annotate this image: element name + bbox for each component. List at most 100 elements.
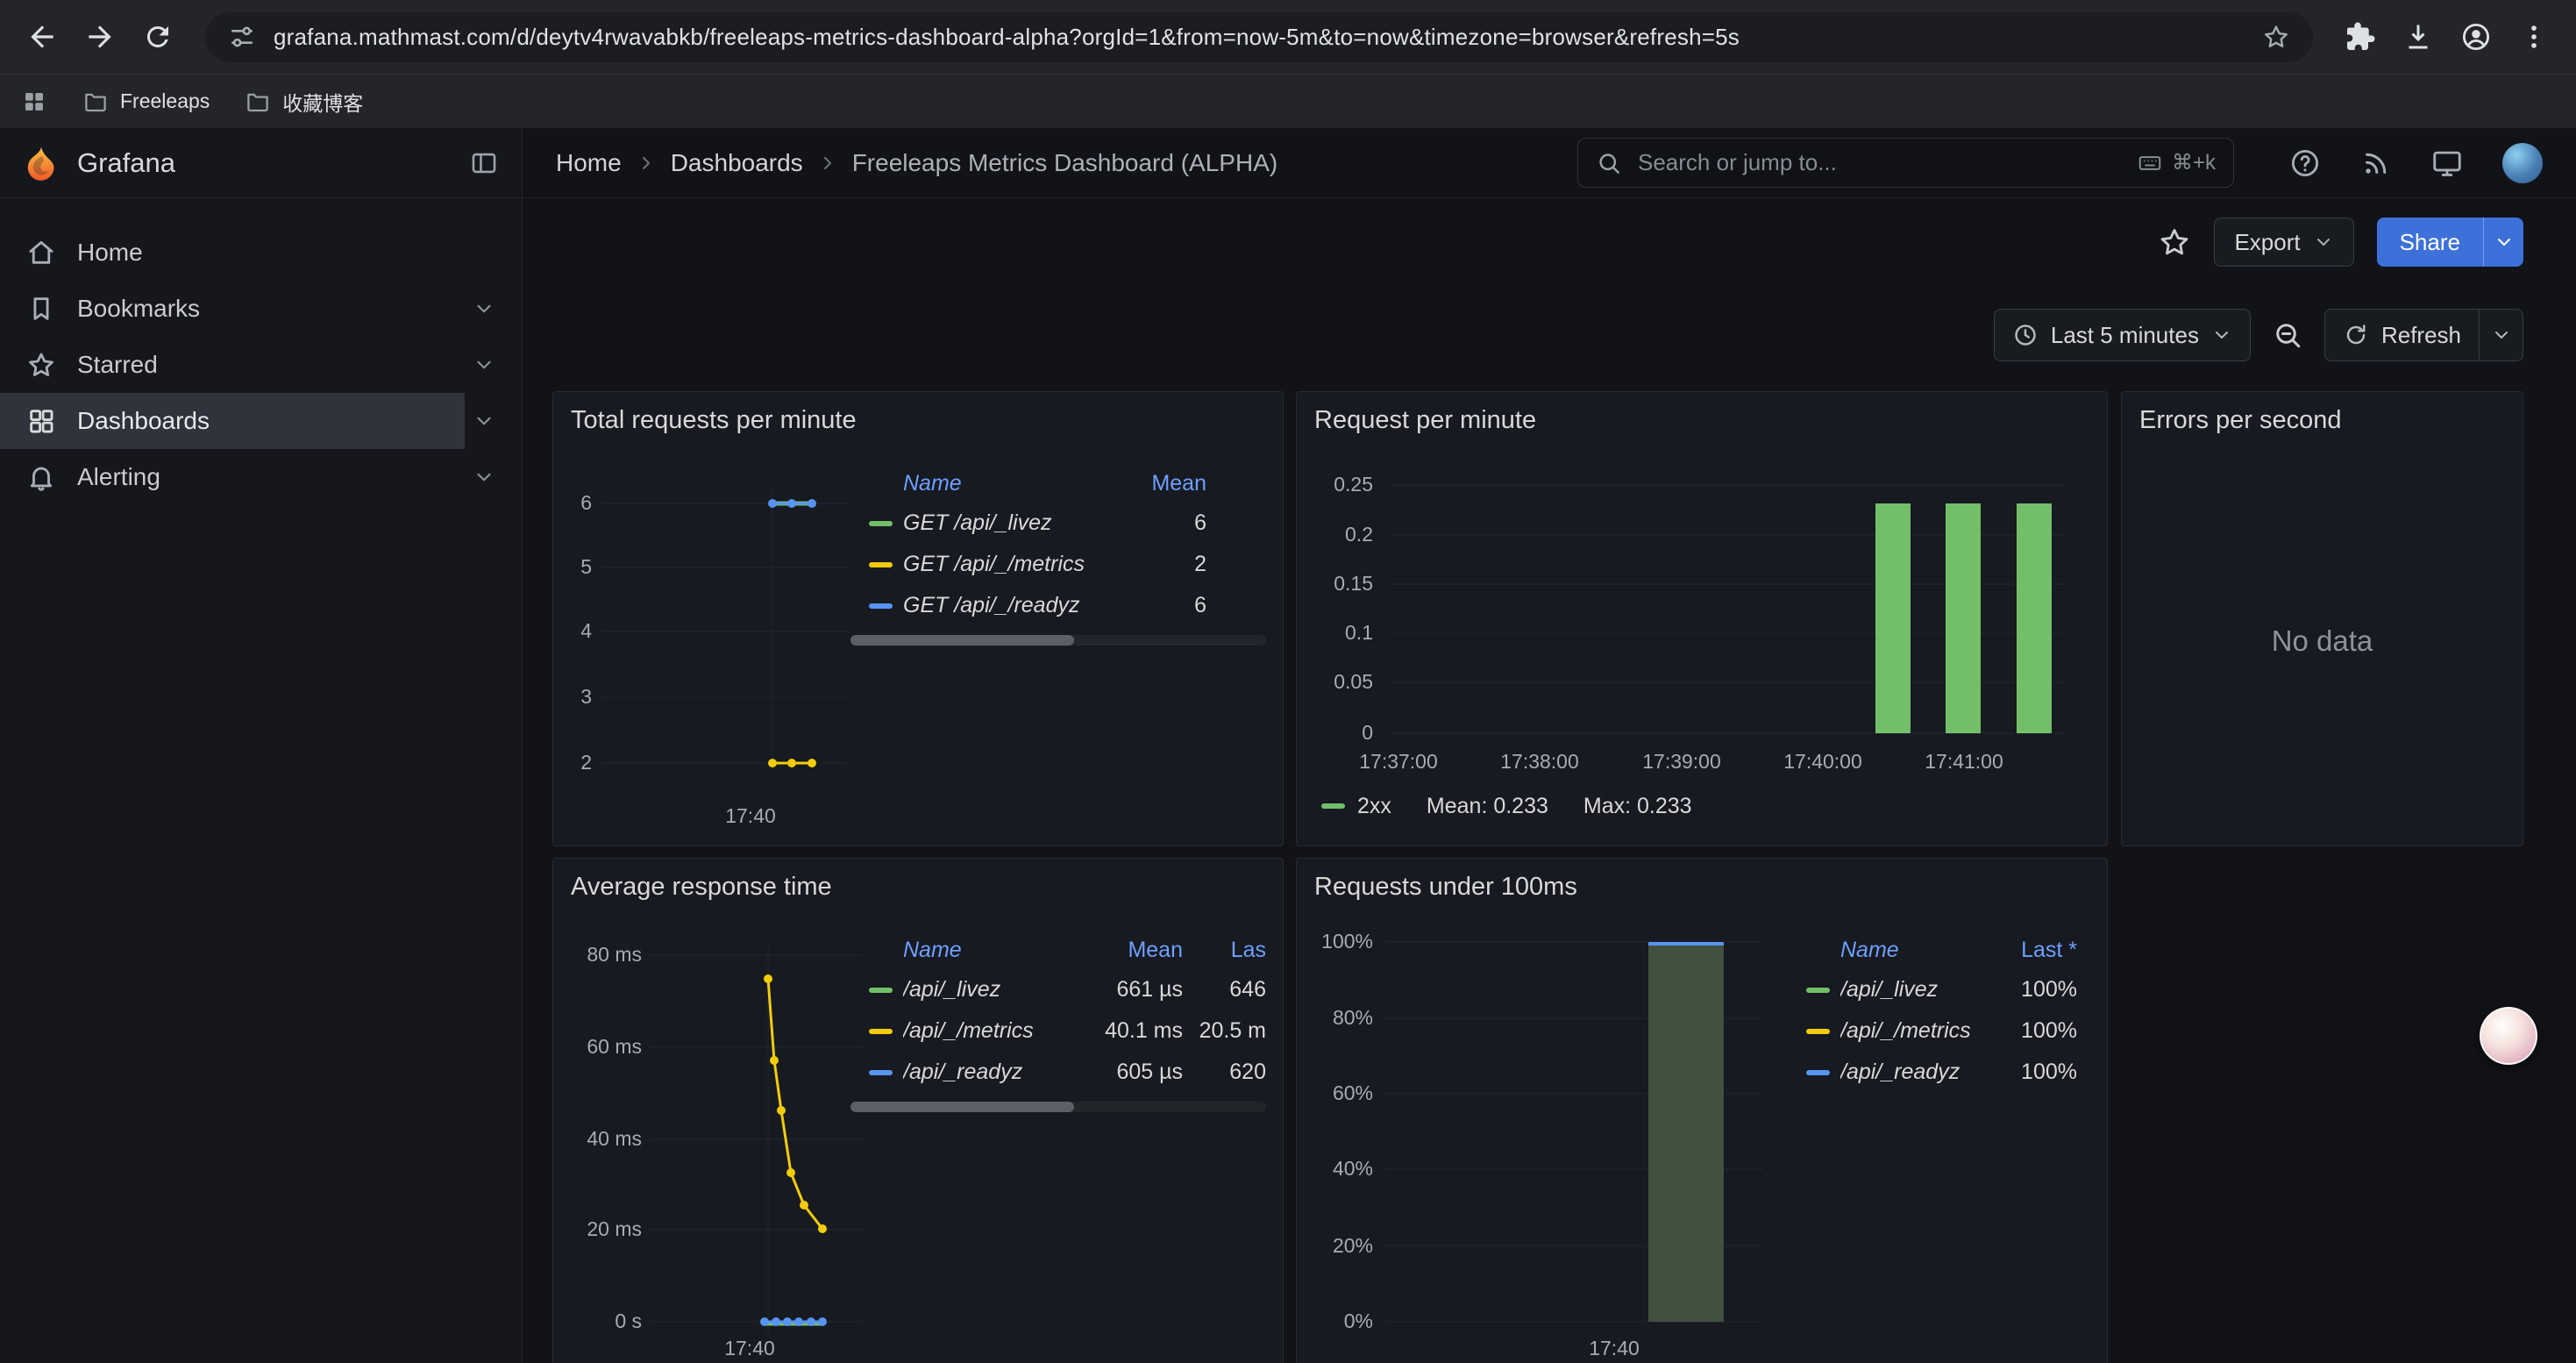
legend-row[interactable]: GET /api/_/readyz 6 bbox=[850, 585, 1206, 626]
downloads-icon[interactable] bbox=[2394, 12, 2443, 61]
panel-avg-response-time: Average response time 80 ms 60 ms 40 ms … bbox=[552, 858, 1284, 1363]
forward-icon[interactable] bbox=[75, 12, 125, 61]
export-button[interactable]: Export bbox=[2214, 218, 2353, 267]
legend-header: Name Mean bbox=[850, 464, 1206, 503]
panel-errors-per-second: Errors per second No data bbox=[2121, 391, 2523, 846]
legend-row[interactable]: /api/_readyz 605 µs 620 bbox=[850, 1052, 1266, 1093]
x-axis-label: 17:40:00 bbox=[1783, 750, 1862, 774]
requests-per-minute-chart bbox=[1384, 475, 2077, 747]
series-color-yellow bbox=[869, 1029, 893, 1034]
legend-col-name[interactable]: Name bbox=[903, 938, 1051, 963]
search-input[interactable] bbox=[1636, 148, 2123, 177]
series-color-blue bbox=[869, 1070, 893, 1075]
share-menu-caret[interactable] bbox=[2483, 218, 2523, 267]
url-text[interactable]: grafana.mathmast.com/d/deytv4rwavabkb/fr… bbox=[274, 24, 2245, 51]
legend-table: Name Mean Las /api/_livez 661 µs 646 /ap… bbox=[850, 931, 1266, 1093]
panel-title[interactable]: Total requests per minute bbox=[571, 406, 857, 435]
y-axis: 6 5 4 3 2 bbox=[553, 392, 592, 846]
legend-row[interactable]: GET /api/_livez 6 bbox=[850, 503, 1206, 544]
search-box[interactable]: ⌘+k bbox=[1577, 138, 2234, 188]
series-color-green bbox=[869, 521, 893, 526]
bookmark-item-freeleaps[interactable]: Freeleaps bbox=[82, 89, 210, 115]
legend-col-mean[interactable]: Mean bbox=[1128, 471, 1206, 496]
user-avatar[interactable] bbox=[2502, 143, 2543, 183]
legend-header: Name Mean Las bbox=[850, 931, 1266, 969]
x-axis-label: 17:38:00 bbox=[1500, 750, 1579, 774]
chevron-down-icon[interactable] bbox=[473, 353, 495, 376]
panel-requests-per-minute: Request per minute 0.25 0.2 0.15 0.1 0.0… bbox=[1296, 391, 2108, 846]
series-max: Max: 0.233 bbox=[1583, 794, 1692, 819]
extensions-icon[interactable] bbox=[2336, 12, 2385, 61]
breadcrumb: Home Dashboards Freeleaps Metrics Dashbo… bbox=[556, 149, 1277, 177]
bookmark-item-blogs[interactable]: 收藏博客 bbox=[245, 87, 363, 117]
favorite-star-icon[interactable] bbox=[2158, 225, 2191, 259]
sidebar: Grafana Home Bookmarks bbox=[0, 128, 523, 1363]
legend-row[interactable]: /api/_livez 100% bbox=[1788, 969, 2077, 1010]
x-axis-label: 17:37:00 bbox=[1359, 750, 1438, 774]
folder-icon bbox=[245, 89, 271, 115]
legend-col-last[interactable]: Las bbox=[1183, 938, 1266, 963]
star-icon bbox=[26, 350, 56, 380]
refresh-button[interactable]: Refresh bbox=[2324, 309, 2480, 361]
x-axis-label: 17:40 bbox=[724, 1337, 775, 1360]
search-shortcut: ⌘+k bbox=[2137, 150, 2216, 176]
legend-row[interactable]: /api/_/metrics 40.1 ms 20.5 m bbox=[850, 1010, 1266, 1052]
chevron-down-icon[interactable] bbox=[473, 410, 495, 432]
page-header: Home Dashboards Freeleaps Metrics Dashbo… bbox=[523, 128, 2576, 198]
legend-row[interactable]: /api/_/metrics 100% bbox=[1788, 1010, 2077, 1052]
series-color-green bbox=[1321, 803, 1345, 809]
zoom-out-icon[interactable] bbox=[2268, 319, 2307, 351]
chevron-right-icon bbox=[817, 153, 838, 174]
rss-icon[interactable] bbox=[2360, 147, 2392, 179]
x-axis-label: 17:40 bbox=[1589, 1337, 1640, 1360]
series-mean: Mean: 0.233 bbox=[1427, 794, 1548, 819]
browser-menu-icon[interactable] bbox=[2509, 12, 2558, 61]
legend-col-name[interactable]: Name bbox=[903, 471, 1128, 496]
assistant-avatar[interactable] bbox=[2480, 1007, 2537, 1065]
site-info-icon[interactable] bbox=[228, 23, 256, 51]
sidebar-item-label: Alerting bbox=[77, 463, 160, 491]
sidebar-collapse-icon[interactable] bbox=[469, 148, 499, 178]
monitor-icon[interactable] bbox=[2430, 146, 2464, 180]
reload-icon[interactable] bbox=[133, 12, 182, 61]
sidebar-nav: Home Bookmarks Starred bbox=[0, 198, 522, 505]
apps-grid-icon[interactable] bbox=[21, 89, 47, 115]
chevron-down-icon[interactable] bbox=[473, 466, 495, 489]
sidebar-item-dashboards[interactable]: Dashboards bbox=[0, 393, 522, 449]
home-icon bbox=[26, 238, 56, 268]
sidebar-item-label: Bookmarks bbox=[77, 295, 200, 323]
chevron-down-icon bbox=[2211, 325, 2232, 346]
legend-scrollbar[interactable] bbox=[850, 635, 1266, 646]
sidebar-item-starred[interactable]: Starred bbox=[0, 337, 522, 393]
help-icon[interactable] bbox=[2288, 146, 2322, 180]
sidebar-item-home[interactable]: Home bbox=[0, 225, 522, 281]
chevron-down-icon[interactable] bbox=[473, 297, 495, 320]
back-icon[interactable] bbox=[18, 12, 67, 61]
sidebar-item-alerting[interactable]: Alerting bbox=[0, 449, 522, 505]
breadcrumb-dashboards[interactable]: Dashboards bbox=[671, 149, 803, 177]
legend-col-name[interactable]: Name bbox=[1840, 938, 1981, 963]
sidebar-item-bookmarks[interactable]: Bookmarks bbox=[0, 281, 522, 337]
legend-row[interactable]: /api/_livez 661 µs 646 bbox=[850, 969, 1266, 1010]
legend-row[interactable]: /api/_readyz 100% bbox=[1788, 1052, 2077, 1093]
legend-col-mean[interactable]: Mean bbox=[1051, 938, 1183, 963]
main-area: Home Dashboards Freeleaps Metrics Dashbo… bbox=[523, 128, 2576, 1363]
url-bar[interactable]: grafana.mathmast.com/d/deytv4rwavabkb/fr… bbox=[205, 12, 2313, 62]
legend-scrollbar[interactable] bbox=[850, 1102, 1266, 1112]
legend-col-last[interactable]: Last * bbox=[1981, 938, 2077, 963]
legend-row[interactable]: GET /api/_/metrics 2 bbox=[850, 544, 1206, 585]
grafana-logo-icon[interactable] bbox=[23, 145, 60, 182]
breadcrumb-home[interactable]: Home bbox=[556, 149, 622, 177]
y-axis: 100% 80% 60% 40% 20% 0% bbox=[1297, 859, 1373, 1363]
x-axis-label: 17:40 bbox=[725, 804, 776, 828]
time-range-picker[interactable]: Last 5 minutes bbox=[1994, 309, 2251, 361]
bookmark-label: 收藏博客 bbox=[282, 87, 363, 117]
panel-under-100ms: Requests under 100ms 100% 80% 60% 40% 20… bbox=[1296, 858, 2108, 1363]
breadcrumb-current: Freeleaps Metrics Dashboard (ALPHA) bbox=[852, 149, 1278, 177]
share-button[interactable]: Share bbox=[2377, 218, 2483, 267]
sidebar-brand: Grafana bbox=[0, 128, 522, 198]
refresh-interval-caret[interactable] bbox=[2480, 309, 2523, 361]
bookmark-star-icon[interactable] bbox=[2262, 23, 2290, 51]
profile-icon[interactable] bbox=[2451, 12, 2501, 61]
legend[interactable]: 2xx Mean: 0.233 Max: 0.233 bbox=[1321, 789, 1727, 824]
